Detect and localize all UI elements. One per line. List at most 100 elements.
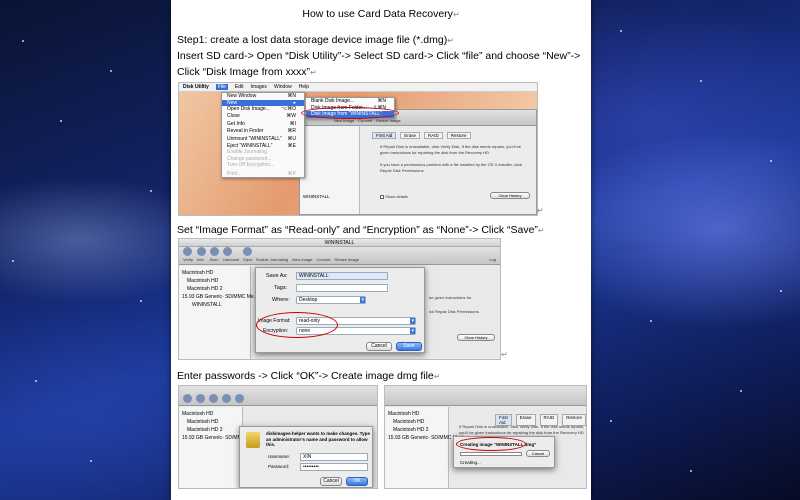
- menu-help[interactable]: Help: [299, 84, 309, 90]
- shortcut-label: ⌘R: [287, 127, 296, 134]
- sidebar-item-macintosh-hd[interactable]: Macintosh HD: [182, 410, 239, 418]
- sidebar-item-macintosh-hd[interactable]: Macintosh HD: [182, 269, 247, 277]
- toolbar-label: Unmount: [223, 257, 240, 262]
- burn-icon: [209, 394, 218, 403]
- first-aid-text: If Repair Disk is unavailable, click Ver…: [459, 424, 585, 435]
- where-select[interactable]: Desktop ▾: [296, 296, 366, 304]
- toolbar: Verify Info Burn Unmount Eject Enable Jo…: [179, 247, 500, 265]
- ok-button[interactable]: OK: [346, 477, 368, 486]
- screenshot-creating-image: First Aid Erase RAID Restore Macintosh H…: [384, 385, 587, 489]
- tags-label: Tags:: [274, 285, 288, 291]
- pilcrow: ↵: [433, 372, 441, 381]
- sidebar-item-sd-card[interactable]: 15.93 GB Generic- SD/MMC Me...: [182, 293, 258, 301]
- tab-raid[interactable]: RAID: [424, 132, 443, 139]
- disk-utility-window: New Image Convert Resize Image First Aid…: [299, 109, 537, 215]
- save-button[interactable]: Save: [396, 342, 422, 351]
- doc-title: How to use Card Data Recovery: [302, 8, 453, 20]
- highlight-ring: [256, 312, 338, 338]
- menu-item-reveal[interactable]: Reveal in Finder ⌘R: [222, 128, 304, 135]
- cancel-button[interactable]: Cancel: [366, 342, 392, 351]
- highlight-ring: [456, 437, 526, 451]
- toolbar-label: Info: [197, 257, 204, 262]
- sidebar: WININSTALL: [300, 126, 360, 214]
- tutorial-document: How to use Card Data Recovery↵ Step1: cr…: [171, 0, 591, 500]
- menu-edit[interactable]: Edit: [235, 84, 244, 90]
- toolbar-resize[interactable]: Resize Image: [376, 118, 400, 123]
- tags-field[interactable]: [296, 284, 388, 292]
- chevron-down-icon: ▾: [410, 328, 415, 334]
- step1-heading: Step1: create a lost data storage device…: [177, 34, 448, 46]
- sidebar-item-macintosh-hd-volume[interactable]: Macintosh HD: [388, 418, 445, 426]
- menu-window[interactable]: Window: [274, 84, 292, 90]
- menu-images[interactable]: Images: [251, 84, 267, 90]
- toolbar-enable-journaling[interactable]: Enable Journaling: [256, 257, 288, 262]
- info-icon: [197, 247, 207, 256]
- sidebar-item-macintosh-hd-2[interactable]: Macintosh HD 2: [182, 285, 247, 293]
- menu-disk-utility[interactable]: Disk Utility: [183, 84, 209, 90]
- username-field[interactable]: XIN: [300, 453, 368, 461]
- menu-bar: Disk Utility File Edit Images Window Hel…: [179, 83, 537, 92]
- sidebar: Macintosh HD Macintosh HD Macintosh HD 2…: [179, 407, 260, 488]
- show-details-checkbox[interactable]: [380, 194, 384, 199]
- cancel-button[interactable]: Cancel: [526, 450, 550, 457]
- tab-bar: First Aid Erase RAID Restore: [372, 132, 471, 139]
- step1-instructions-cont: Click “Disk Image from xxxx”: [177, 66, 311, 78]
- menu-item-label: Unmount “WININSTALL”: [227, 136, 282, 142]
- tab-restore[interactable]: Restore: [446, 132, 471, 139]
- sidebar-item-macintosh-hd-2[interactable]: Macintosh HD 2: [182, 426, 239, 434]
- unmount-icon: [223, 247, 233, 256]
- sidebar-item-sd-card[interactable]: 15.93 GB Generic- SD/MMC Media: [182, 434, 260, 442]
- menu-item-label: Open Disk Image...: [227, 106, 270, 112]
- sidebar-item-macintosh-hd[interactable]: Macintosh HD: [388, 410, 445, 418]
- clear-history-button[interactable]: Clear History: [457, 334, 495, 341]
- toolbar-new-image[interactable]: New Image: [292, 257, 312, 262]
- burn-icon: [210, 247, 220, 256]
- eject-icon: [243, 247, 253, 256]
- sidebar-item-sd-card[interactable]: 15.93 GB Generic- SD/MMC Media: [388, 434, 466, 442]
- password-field[interactable]: •••••••••: [300, 463, 368, 471]
- sidebar-item-macintosh-hd-volume[interactable]: Macintosh HD: [182, 418, 239, 426]
- window-title: WININSTALL: [179, 239, 500, 247]
- shortcut-label: ⌘W: [286, 112, 296, 119]
- show-details-label: Show details: [385, 194, 408, 199]
- first-aid-text: If Repair Disk is unavailable, click Ver…: [380, 144, 521, 155]
- sidebar-item-wininstall[interactable]: WININSTALL: [303, 193, 356, 200]
- file-menu: New Window ⌘N New ▸ Open Disk Image... ⌥⌘O …: [221, 92, 305, 178]
- pilcrow: ↵: [452, 10, 460, 19]
- toolbar-burn[interactable]: Burn: [210, 247, 220, 262]
- where-label: Where:: [272, 297, 290, 303]
- menu-item-label: New: [227, 99, 238, 106]
- toolbar-eject[interactable]: Eject: [243, 247, 253, 262]
- save-as-field[interactable]: WININSTALL: [296, 272, 388, 280]
- menu-item-label: Get Info: [227, 121, 245, 127]
- info-icon: [196, 394, 205, 403]
- toolbar-verify[interactable]: Verify: [183, 247, 193, 262]
- tab-erase[interactable]: Erase: [400, 132, 421, 139]
- username-label: Username:: [268, 454, 291, 459]
- status-text: Creating...: [460, 460, 481, 465]
- lock-icon: [246, 432, 260, 448]
- toolbar-log[interactable]: Log: [489, 257, 496, 262]
- sidebar-item-macintosh-hd-volume[interactable]: Macintosh HD: [182, 277, 247, 285]
- sidebar-item-macintosh-hd-2[interactable]: Macintosh HD 2: [388, 426, 445, 434]
- toolbar: [385, 386, 586, 406]
- toolbar-unmount[interactable]: Unmount: [223, 247, 239, 262]
- cancel-button[interactable]: Cancel: [320, 477, 342, 486]
- clear-history-button[interactable]: Clear History: [490, 192, 530, 199]
- menu-item-label: Print...: [227, 170, 242, 177]
- verify-icon: [183, 394, 192, 403]
- sidebar-item-wininstall[interactable]: WININSTALL: [182, 301, 247, 309]
- toolbar-info[interactable]: Info: [197, 247, 207, 262]
- chevron-down-icon: ▾: [410, 318, 415, 324]
- menu-file[interactable]: File: [215, 84, 228, 90]
- toolbar-resize[interactable]: Resize Image: [335, 257, 359, 262]
- menu-item-label: New Window: [227, 93, 257, 99]
- step3-instructions: Enter passwords -> Click “OK”-> Create i…: [177, 370, 434, 382]
- toolbar-convert[interactable]: Convert: [317, 257, 331, 262]
- permissions-text: If you have a permissions problem with a…: [380, 162, 522, 173]
- pilcrow: ↵: [501, 350, 508, 359]
- tab-first-aid[interactable]: First Aid: [372, 132, 397, 139]
- toolbar: [179, 386, 377, 406]
- highlight-ring: [301, 107, 399, 119]
- toolbar-label: Eject: [243, 257, 253, 262]
